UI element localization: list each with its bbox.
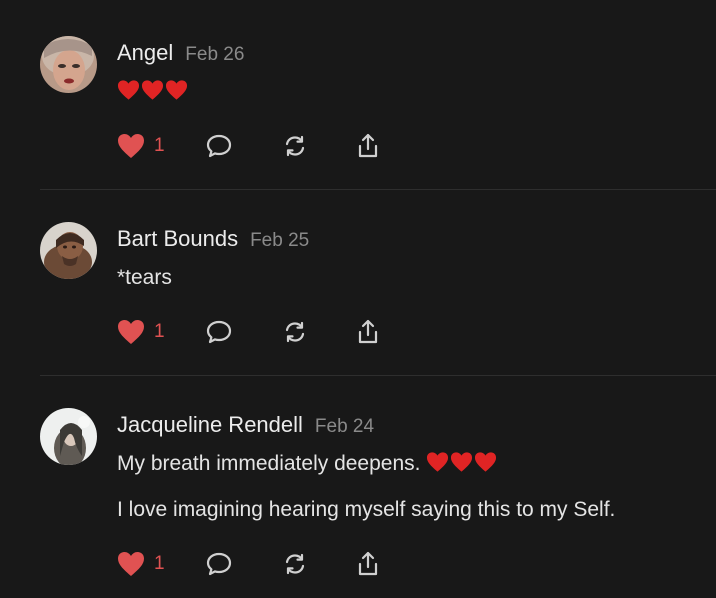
divider [40, 189, 716, 190]
heart-icon [118, 134, 144, 158]
restack-button[interactable] [281, 550, 309, 578]
like-count: 1 [154, 321, 165, 342]
comment-actions: 1 [116, 318, 382, 346]
red-heart-emoji-icon [141, 80, 164, 100]
comment-icon [206, 552, 232, 576]
heart-icon [118, 320, 144, 344]
avatar[interactable] [40, 36, 97, 93]
share-button[interactable] [354, 318, 382, 346]
heart-emoji-group [117, 79, 188, 101]
red-heart-emoji-icon [475, 452, 497, 472]
comment-text-line: My breath immediately deepens. [117, 450, 707, 478]
restack-button[interactable] [281, 318, 309, 346]
avatar[interactable] [40, 408, 97, 465]
comment-actions: 1 [116, 550, 382, 578]
comment-date[interactable]: Feb 25 [250, 230, 309, 252]
divider [40, 375, 716, 376]
red-heart-emoji-icon [117, 80, 140, 100]
share-icon [358, 319, 378, 344]
like-count: 1 [154, 135, 165, 156]
like-button[interactable]: 1 [116, 318, 205, 346]
heart-icon [118, 552, 144, 576]
comment-text: I love imagining hearing myself saying t… [117, 498, 616, 521]
red-heart-emoji-icon [427, 452, 449, 472]
red-heart-emoji-icon [165, 80, 188, 100]
restack-icon [285, 553, 305, 575]
comment-body: *tears [117, 264, 707, 292]
comment-text: My breath immediately deepens. [117, 452, 421, 475]
share-icon [358, 551, 378, 576]
like-button[interactable]: 1 [116, 550, 205, 578]
restack-button[interactable] [281, 132, 309, 160]
author-name[interactable]: Angel [117, 40, 173, 66]
like-count: 1 [154, 553, 165, 574]
comment-icon [206, 320, 232, 344]
share-button[interactable] [354, 132, 382, 160]
comment-actions: 1 [116, 132, 382, 160]
comment-text: *tears [117, 266, 172, 289]
like-button[interactable]: 1 [116, 132, 205, 160]
reply-button[interactable] [205, 550, 233, 578]
comment-body: My breath immediately deepens. I love im… [117, 450, 707, 524]
comment-date[interactable]: Feb 26 [185, 44, 244, 66]
comment-feed: Angel Feb 26 1 Bart Bounds Feb 25 *tears… [0, 0, 716, 598]
share-button[interactable] [354, 550, 382, 578]
reply-button[interactable] [205, 318, 233, 346]
heart-emoji-group [426, 451, 497, 473]
red-heart-emoji-icon [451, 452, 473, 472]
restack-icon [285, 321, 305, 343]
comment-date[interactable]: Feb 24 [315, 416, 374, 438]
restack-icon [285, 135, 305, 157]
author-name[interactable]: Jacqueline Rendell [117, 412, 303, 438]
share-icon [358, 133, 378, 158]
comment-icon [206, 134, 232, 158]
avatar[interactable] [40, 222, 97, 279]
comment-body [117, 78, 707, 106]
author-name[interactable]: Bart Bounds [117, 226, 238, 252]
reply-button[interactable] [205, 132, 233, 160]
